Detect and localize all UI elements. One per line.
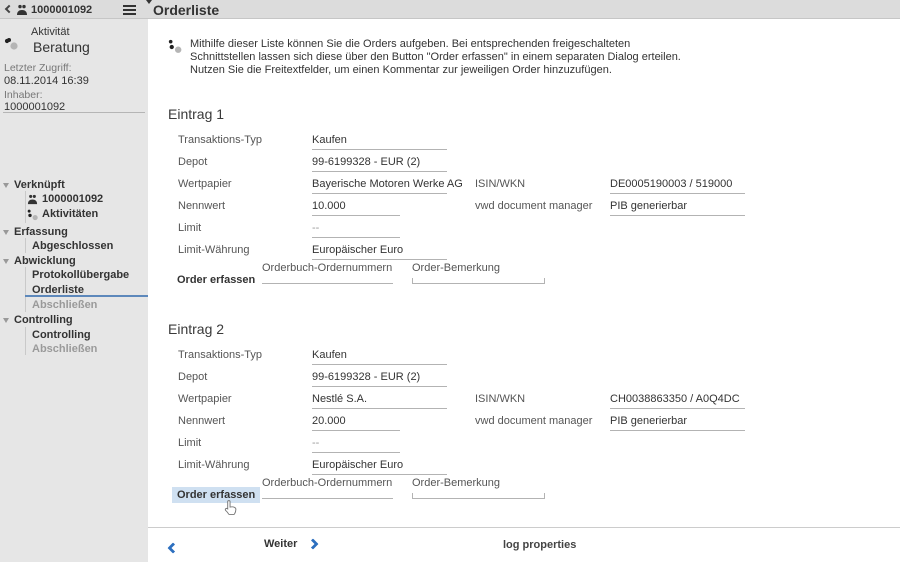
- next-chevron-icon: [308, 538, 319, 549]
- order-erfassen-button[interactable]: Order erfassen: [172, 272, 260, 288]
- cursor-pointer-icon: [224, 499, 238, 521]
- tree-section-verknuepft[interactable]: Verknüpft: [0, 179, 148, 193]
- footer-divider: [148, 527, 900, 528]
- field-label: Orderbuch-Ordernummern: [262, 477, 392, 489]
- field-label: Transaktions-Typ: [178, 134, 262, 146]
- isin-wkn-field[interactable]: DE0005190003 / 519000: [610, 178, 745, 194]
- entry-title: Eintrag 1: [168, 106, 224, 122]
- activity-type-label: Aktivität: [31, 26, 70, 38]
- order-numbers-input[interactable]: [262, 283, 393, 284]
- log-properties-link[interactable]: log properties: [503, 539, 576, 551]
- sidebar: Aktivität Beratung Letzter Zugriff: 08.1…: [0, 19, 148, 562]
- tree-item-controlling[interactable]: Controlling: [0, 329, 148, 343]
- field-label: ISIN/WKN: [475, 393, 525, 405]
- depot-field[interactable]: 99-6199328 - EUR (2): [312, 371, 447, 387]
- vwd-document-manager-field[interactable]: PIB generierbar: [610, 200, 745, 216]
- info-text-line: Nutzen Sie die Freitextfelder, um einen …: [190, 64, 612, 76]
- limit-field[interactable]: --: [312, 222, 400, 238]
- main-content: Mithilfe dieser Liste können Sie die Ord…: [148, 19, 900, 562]
- field-label: Nennwert: [178, 200, 225, 212]
- field-label: Limit-Währung: [178, 459, 250, 471]
- limit-field[interactable]: --: [312, 437, 400, 453]
- tree-section-erfassung[interactable]: Erfassung: [0, 226, 148, 240]
- order-entry-2: Eintrag 2 Transaktions-Typ Kaufen Depot …: [148, 315, 900, 530]
- back-chevron-icon[interactable]: [5, 5, 13, 13]
- order-entry-1: Eintrag 1 Transaktions-Typ Kaufen Depot …: [148, 100, 900, 315]
- collapse-icon[interactable]: [3, 318, 9, 323]
- security-field[interactable]: Bayerische Motoren Werke AG: [312, 178, 447, 194]
- weiter-label: Weiter: [264, 538, 297, 550]
- header-account-number[interactable]: 1000001092: [31, 4, 92, 16]
- field-label: ISIN/WKN: [475, 178, 525, 190]
- entry-title: Eintrag 2: [168, 321, 224, 337]
- field-label: Orderbuch-Ordernummern: [262, 262, 392, 274]
- owner-label: Inhaber:: [4, 89, 43, 101]
- tree-item-account[interactable]: 1000001092: [0, 193, 148, 207]
- info-text-line: Mithilfe dieser Liste können Sie die Ord…: [190, 38, 630, 50]
- field-label: Limit: [178, 222, 201, 234]
- order-note-input[interactable]: [412, 278, 545, 284]
- field-label: Order-Bemerkung: [412, 477, 500, 489]
- field-label: Limit-Währung: [178, 244, 250, 256]
- tree-item-aktivitaeten[interactable]: Aktivitäten: [0, 208, 148, 222]
- field-label: Wertpapier: [178, 393, 232, 405]
- field-label: Depot: [178, 371, 207, 383]
- hamburger-menu-icon[interactable]: [123, 5, 136, 17]
- collapse-icon[interactable]: [3, 183, 9, 188]
- collapse-icon[interactable]: [3, 230, 9, 235]
- limit-currency-field[interactable]: Europäischer Euro: [312, 459, 447, 475]
- top-header-bar: 1000001092 Orderliste: [0, 0, 900, 19]
- field-label: Transaktions-Typ: [178, 349, 262, 361]
- security-field[interactable]: Nestlé S.A.: [312, 393, 447, 409]
- field-label: vwd document manager: [475, 200, 592, 212]
- nominal-field[interactable]: 10.000: [312, 200, 400, 216]
- sidebar-divider: [3, 112, 145, 113]
- last-access-label: Letzter Zugriff:: [4, 62, 72, 74]
- tree-item-abschliessen-abwicklung: Abschließen: [0, 299, 148, 313]
- tree-section-controlling[interactable]: Controlling: [0, 314, 148, 328]
- tree-item-protokolluebergabe[interactable]: Protokollübergabe: [0, 269, 148, 283]
- account-icon: [27, 194, 38, 208]
- tree-item-abgeschlossen[interactable]: Abgeschlossen: [0, 240, 148, 254]
- field-label: Limit: [178, 437, 201, 449]
- field-label: Wertpapier: [178, 178, 232, 190]
- info-dots-icon: [168, 39, 183, 59]
- activity-name[interactable]: Beratung: [33, 39, 90, 55]
- app-window: 1000001092 Orderliste Aktivität Beratung…: [0, 0, 900, 562]
- field-label: Order-Bemerkung: [412, 262, 500, 274]
- order-erfassen-button-hovered[interactable]: Order erfassen: [172, 487, 260, 503]
- field-label: Nennwert: [178, 415, 225, 427]
- activity-dots-icon: [27, 209, 39, 224]
- isin-wkn-field[interactable]: CH0038863350 / A0Q4DC: [610, 393, 745, 409]
- depot-field[interactable]: 99-6199328 - EUR (2): [312, 156, 447, 172]
- vwd-document-manager-field[interactable]: PIB generierbar: [610, 415, 745, 431]
- last-access-value: 08.11.2014 16:39: [4, 75, 89, 87]
- order-numbers-input[interactable]: [262, 498, 393, 499]
- tree-section-abwicklung[interactable]: Abwicklung: [0, 255, 148, 269]
- transaction-type-field[interactable]: Kaufen: [312, 134, 447, 150]
- transaction-type-field[interactable]: Kaufen: [312, 349, 447, 365]
- nominal-field[interactable]: 20.000: [312, 415, 400, 431]
- header-account-area: 1000001092: [0, 0, 148, 19]
- page-title: Orderliste: [153, 2, 219, 18]
- order-note-input[interactable]: [412, 493, 545, 499]
- field-label: vwd document manager: [475, 415, 592, 427]
- tree-selection-underline: [25, 295, 148, 297]
- info-text-line: Schnittstellen lassen sich diese über de…: [190, 51, 681, 63]
- activity-dots-icon: [4, 38, 20, 59]
- collapse-icon[interactable]: [3, 259, 9, 264]
- weiter-button[interactable]: Weiter: [264, 538, 317, 550]
- tree-item-abschliessen-controlling: Abschließen: [0, 343, 148, 357]
- limit-currency-field[interactable]: Europäischer Euro: [312, 244, 447, 260]
- field-label: Depot: [178, 156, 207, 168]
- previous-step-chevron-icon[interactable]: [169, 539, 177, 557]
